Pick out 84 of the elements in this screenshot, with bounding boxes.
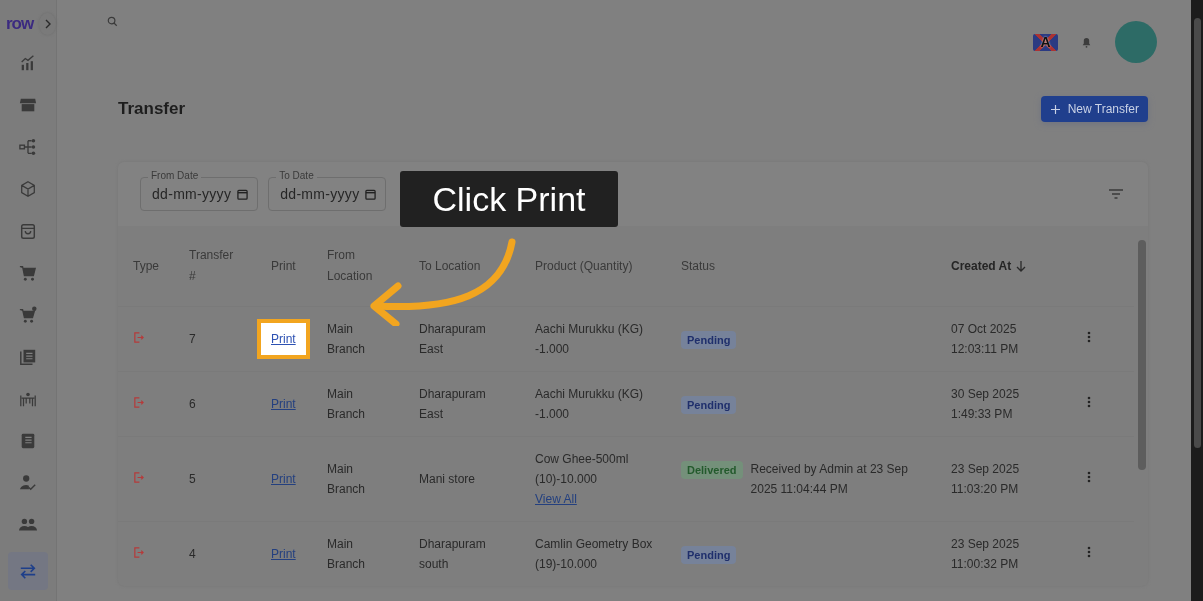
bag-icon	[19, 222, 37, 240]
product-quantity: Aachi Murukku (KG) -1.000	[535, 321, 645, 358]
more-icon[interactable]	[1087, 546, 1091, 558]
created-date: 23 Sep 2025	[951, 536, 1021, 553]
field-label: To Date	[276, 170, 317, 181]
created-time: 11:03:20 PM	[951, 481, 1020, 498]
to-location: Dharapuram south	[419, 536, 487, 573]
column-header: From Location	[327, 247, 374, 285]
to-location: Dharapuram East	[419, 321, 487, 358]
to-location: Mani store	[419, 471, 477, 488]
date-field[interactable]: From Date dd-mm-yyyy	[140, 169, 259, 211]
plus-icon	[1050, 104, 1060, 114]
status-badge: Pending	[681, 396, 737, 414]
logo[interactable]: row	[6, 14, 34, 34]
search-icon[interactable]	[107, 15, 118, 27]
status-badge: Pending	[681, 546, 737, 564]
bell-icon[interactable]	[1082, 36, 1091, 48]
transfer-number: 5	[189, 471, 197, 488]
exit-icon	[133, 547, 144, 558]
transfer-number: 6	[189, 396, 197, 413]
print-link[interactable]: Print	[257, 319, 310, 359]
print-link[interactable]: Print	[271, 469, 296, 489]
from-location: Main Branch	[327, 461, 367, 498]
field-label: From Date	[148, 170, 202, 181]
more-icon[interactable]	[1087, 471, 1091, 483]
cart-icon	[19, 306, 37, 324]
print-link[interactable]: Print	[271, 544, 296, 564]
new-transfer-button[interactable]: New Transfer	[1040, 96, 1148, 122]
expand-button[interactable]	[39, 13, 56, 35]
from-location: Main Branch	[327, 386, 367, 423]
chart-icon	[19, 54, 37, 72]
created-date: 30 Sep 2025	[951, 386, 1021, 403]
from-location: Main Branch	[327, 321, 367, 358]
product-quantity: Aachi Murukku (KG) -1.000	[535, 386, 645, 423]
transfer-number: 7	[189, 331, 197, 348]
avatar[interactable]	[1115, 21, 1157, 63]
print-link[interactable]: Print	[271, 394, 296, 414]
exit-icon	[133, 397, 144, 408]
column-header: Status	[681, 258, 716, 273]
sidebar-item[interactable]	[8, 552, 48, 590]
status-badge: Pending	[681, 331, 737, 349]
column-header: To Location	[419, 258, 481, 273]
product-quantity: Cow Ghee-500ml (10)-10.000	[535, 451, 630, 488]
cart-icon	[19, 264, 37, 282]
created-date: 07 Oct 2025	[951, 321, 1018, 338]
more-icon[interactable]	[1087, 396, 1091, 408]
to-location: Dharapuram East	[419, 386, 487, 423]
documents-icon	[19, 348, 37, 366]
calendar-icon	[237, 188, 249, 200]
created-time: 11:00:32 PM	[951, 556, 1020, 573]
from-location: Main Branch	[327, 536, 367, 573]
arrow-down-icon[interactable]	[1016, 260, 1027, 273]
transfer-number: 4	[189, 546, 197, 563]
column-header: Print	[271, 258, 296, 273]
hierarchy-icon	[19, 138, 37, 156]
tooltip: Click Print	[400, 171, 618, 227]
date-placeholder: dd-mm-yyyy	[152, 186, 232, 202]
created-time: 12:03:11 PM	[951, 341, 1020, 358]
product-quantity: Camlin Geometry Box (19)-10.000	[535, 536, 654, 573]
date-placeholder: dd-mm-yyyy	[280, 186, 360, 202]
language-flag[interactable]: A	[1033, 33, 1058, 51]
page-title: Transfer	[118, 99, 186, 119]
status-note: Received by Admin at 23 Sep 2025 11:04:44 PM	[750, 461, 909, 498]
user-check-icon	[19, 474, 37, 492]
table-chairs-icon	[19, 390, 37, 408]
column-header: Transfer #	[189, 247, 235, 285]
created-date: 23 Sep 2025	[951, 461, 1021, 478]
date-field[interactable]: To Date dd-mm-yyyy	[268, 169, 387, 211]
view-all-link[interactable]: View All	[535, 489, 577, 509]
transfer-icon	[19, 562, 37, 580]
status-badge: Delivered	[681, 461, 743, 479]
book-icon	[19, 432, 37, 450]
column-header[interactable]: Created At	[951, 258, 1012, 273]
exit-icon	[133, 332, 144, 343]
box-icon	[19, 180, 37, 198]
column-header: Product (Quantity)	[535, 258, 633, 273]
filter-icon[interactable]	[1109, 189, 1123, 199]
page-scrollbar[interactable]	[1191, 0, 1203, 601]
more-icon[interactable]	[1087, 331, 1091, 343]
column-header: Type	[133, 258, 159, 273]
store-icon	[19, 96, 37, 114]
created-time: 1:49:33 PM	[951, 406, 1014, 423]
exit-icon	[133, 472, 144, 483]
calendar-icon	[365, 188, 377, 200]
